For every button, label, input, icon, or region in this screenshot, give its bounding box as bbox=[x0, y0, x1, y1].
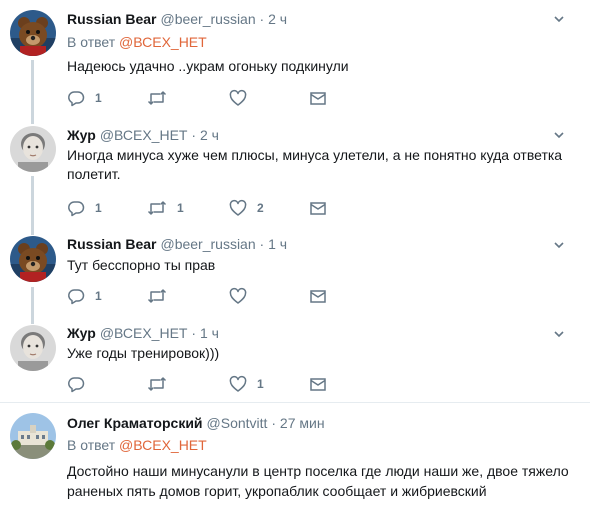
tweet-header: Жур @ВСЕХ_НЕТ · 1 ч bbox=[67, 325, 219, 341]
thread-line bbox=[31, 176, 34, 230]
retweet-button[interactable] bbox=[147, 374, 177, 394]
reply-prefix: В ответ bbox=[67, 34, 116, 50]
dm-button[interactable] bbox=[309, 198, 327, 218]
chevron-down-icon[interactable] bbox=[553, 238, 565, 250]
reply-button[interactable] bbox=[67, 374, 95, 394]
reply-count: 1 bbox=[95, 289, 102, 303]
heart-icon bbox=[229, 199, 247, 216]
avatar-zhur[interactable] bbox=[10, 126, 56, 172]
action-bar: 1 1 2 bbox=[67, 198, 337, 218]
separator-dot: · bbox=[259, 11, 265, 27]
timestamp[interactable]: 2 ч bbox=[268, 11, 287, 27]
envelope-icon bbox=[310, 378, 326, 391]
separator-dot: · bbox=[191, 127, 197, 143]
reply-context: В ответ @ВСЕХ_НЕТ bbox=[67, 437, 207, 453]
tweet-1[interactable]: Russian Bear @beer_russian · 2 ч В ответ … bbox=[0, 0, 590, 118]
thread-line bbox=[31, 320, 34, 324]
retweet-icon bbox=[147, 289, 167, 303]
heart-icon bbox=[229, 89, 247, 106]
timestamp[interactable]: 2 ч bbox=[200, 127, 219, 143]
action-bar: 1 bbox=[67, 286, 337, 306]
tweet-header: Олег Краматорский @Sontvitt · 27 мин bbox=[67, 415, 325, 431]
like-count: 2 bbox=[257, 201, 264, 215]
reply-icon bbox=[68, 289, 85, 305]
reply-count: 1 bbox=[95, 91, 102, 105]
retweet-icon bbox=[147, 91, 167, 105]
tweet-header: Russian Bear @beer_russian · 2 ч bbox=[67, 11, 287, 27]
tweet-text: Тут бесспорно ты прав bbox=[67, 257, 216, 273]
retweet-icon bbox=[147, 377, 167, 391]
reply-to-link[interactable]: @ВСЕХ_НЕТ bbox=[119, 34, 207, 50]
like-button[interactable] bbox=[229, 88, 257, 108]
separator-dot: · bbox=[259, 236, 265, 252]
tweet-4[interactable]: Жур @ВСЕХ_НЕТ · 1 ч Уже годы тренировок))… bbox=[0, 320, 590, 402]
reply-button[interactable]: 1 bbox=[67, 286, 102, 306]
author-handle[interactable]: @Sontvitt bbox=[207, 415, 268, 431]
reply-button[interactable]: 1 bbox=[67, 88, 102, 108]
dm-button[interactable] bbox=[309, 374, 327, 394]
reply-count: 1 bbox=[95, 201, 102, 215]
thread-line bbox=[31, 287, 34, 320]
action-bar: 1 bbox=[67, 374, 337, 394]
like-button[interactable]: 2 bbox=[229, 198, 264, 218]
author-handle[interactable]: @beer_russian bbox=[160, 236, 255, 252]
tweet-2[interactable]: Жур @ВСЕХ_НЕТ · 2 ч Иногда минуса хуже че… bbox=[0, 118, 590, 230]
author-name[interactable]: Жур bbox=[67, 325, 96, 341]
author-handle[interactable]: @ВСЕХ_НЕТ bbox=[100, 325, 188, 341]
envelope-icon bbox=[310, 290, 326, 303]
retweet-button[interactable] bbox=[147, 88, 177, 108]
timestamp[interactable]: 27 мин bbox=[280, 415, 325, 431]
tweet-header: Russian Bear @beer_russian · 1 ч bbox=[67, 236, 287, 252]
tweet-text: Иногда минуса хуже чем плюсы, минуса уле… bbox=[67, 147, 563, 182]
reply-icon bbox=[68, 377, 85, 393]
like-button[interactable] bbox=[229, 286, 257, 306]
dm-button[interactable] bbox=[309, 286, 327, 306]
like-button[interactable]: 1 bbox=[229, 374, 264, 394]
envelope-icon bbox=[310, 92, 326, 105]
separator-dot: · bbox=[271, 415, 277, 431]
retweet-icon bbox=[147, 201, 167, 215]
reply-icon bbox=[68, 201, 85, 217]
tweet-header: Жур @ВСЕХ_НЕТ · 2 ч bbox=[67, 127, 219, 143]
reply-prefix: В ответ bbox=[67, 437, 116, 453]
thread-line bbox=[31, 60, 34, 118]
tweet-text: Надеюсь удачно ..украм огоньку подкинули bbox=[67, 58, 349, 74]
author-name[interactable]: Олег Краматорский bbox=[67, 415, 203, 431]
reply-context: В ответ @ВСЕХ_НЕТ bbox=[67, 34, 207, 50]
heart-icon bbox=[229, 375, 247, 392]
tweet-3[interactable]: Russian Bear @beer_russian · 1 ч Тут бесс… bbox=[0, 230, 590, 320]
chevron-down-icon[interactable] bbox=[553, 128, 565, 140]
envelope-icon bbox=[310, 202, 326, 215]
action-bar: 1 bbox=[67, 88, 337, 108]
reply-button[interactable]: 1 bbox=[67, 198, 102, 218]
thread-line bbox=[31, 230, 34, 235]
retweet-count: 1 bbox=[177, 201, 184, 215]
reply-icon bbox=[68, 91, 85, 107]
thread-line bbox=[31, 118, 34, 124]
dm-button[interactable] bbox=[309, 88, 327, 108]
avatar-russian-bear[interactable] bbox=[10, 10, 56, 56]
reply-to-link[interactable]: @ВСЕХ_НЕТ bbox=[119, 437, 207, 453]
author-handle[interactable]: @ВСЕХ_НЕТ bbox=[100, 127, 188, 143]
tweet-text: Уже годы тренировок))) bbox=[67, 345, 220, 361]
retweet-button[interactable] bbox=[147, 286, 177, 306]
like-count: 1 bbox=[257, 377, 264, 391]
author-name[interactable]: Жур bbox=[67, 127, 96, 143]
heart-icon bbox=[229, 287, 247, 304]
author-handle[interactable]: @beer_russian bbox=[160, 11, 255, 27]
author-name[interactable]: Russian Bear bbox=[67, 236, 156, 252]
timestamp[interactable]: 1 ч bbox=[200, 325, 219, 341]
separator-dot: · bbox=[191, 325, 197, 341]
tweet-text: Достойно наши минусанули в центр поселка… bbox=[67, 463, 569, 499]
chevron-down-icon[interactable] bbox=[553, 12, 565, 24]
retweet-button[interactable]: 1 bbox=[147, 198, 184, 218]
tweet-5[interactable]: Олег Краматорский @Sontvitt · 27 мин В от… bbox=[0, 403, 590, 508]
avatar-russian-bear[interactable] bbox=[10, 236, 56, 282]
avatar-zhur[interactable] bbox=[10, 325, 56, 371]
timestamp[interactable]: 1 ч bbox=[268, 236, 287, 252]
avatar-oleg[interactable] bbox=[10, 413, 56, 459]
chevron-down-icon[interactable] bbox=[553, 327, 565, 339]
author-name[interactable]: Russian Bear bbox=[67, 11, 156, 27]
